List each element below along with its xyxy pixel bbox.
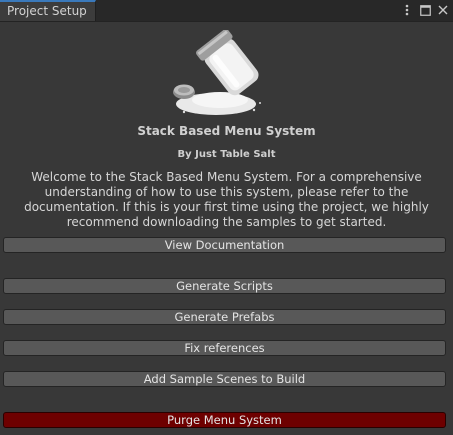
tab-label: Project Setup [7, 4, 87, 18]
author-label: By Just Table Salt [177, 149, 276, 160]
setup-content: Stack Based Menu System By Just Table Sa… [0, 22, 453, 435]
tab-project-setup[interactable]: Project Setup [0, 0, 96, 21]
generate-prefabs-button[interactable]: Generate Prefabs [3, 309, 446, 325]
close-icon[interactable] [437, 3, 449, 17]
window-controls [401, 2, 449, 18]
purge-menu-system-button[interactable]: Purge Menu System [3, 412, 446, 428]
view-documentation-button[interactable]: View Documentation [3, 237, 446, 253]
welcome-text: Welcome to the Stack Based Menu System. … [24, 170, 429, 229]
more-vert-icon[interactable] [401, 3, 413, 17]
add-sample-scenes-button[interactable]: Add Sample Scenes to Build [3, 371, 446, 387]
fix-references-button[interactable]: Fix references [3, 340, 446, 356]
generate-scripts-button[interactable]: Generate Scripts [3, 278, 446, 294]
maximize-icon[interactable] [419, 3, 431, 17]
tab-bar: Project Setup [0, 0, 453, 22]
project-setup-window: Project Setup Stack Based Menu System By… [0, 0, 453, 435]
menu-system-title: Stack Based Menu System [137, 124, 316, 138]
salt-shaker-logo [173, 30, 261, 115]
